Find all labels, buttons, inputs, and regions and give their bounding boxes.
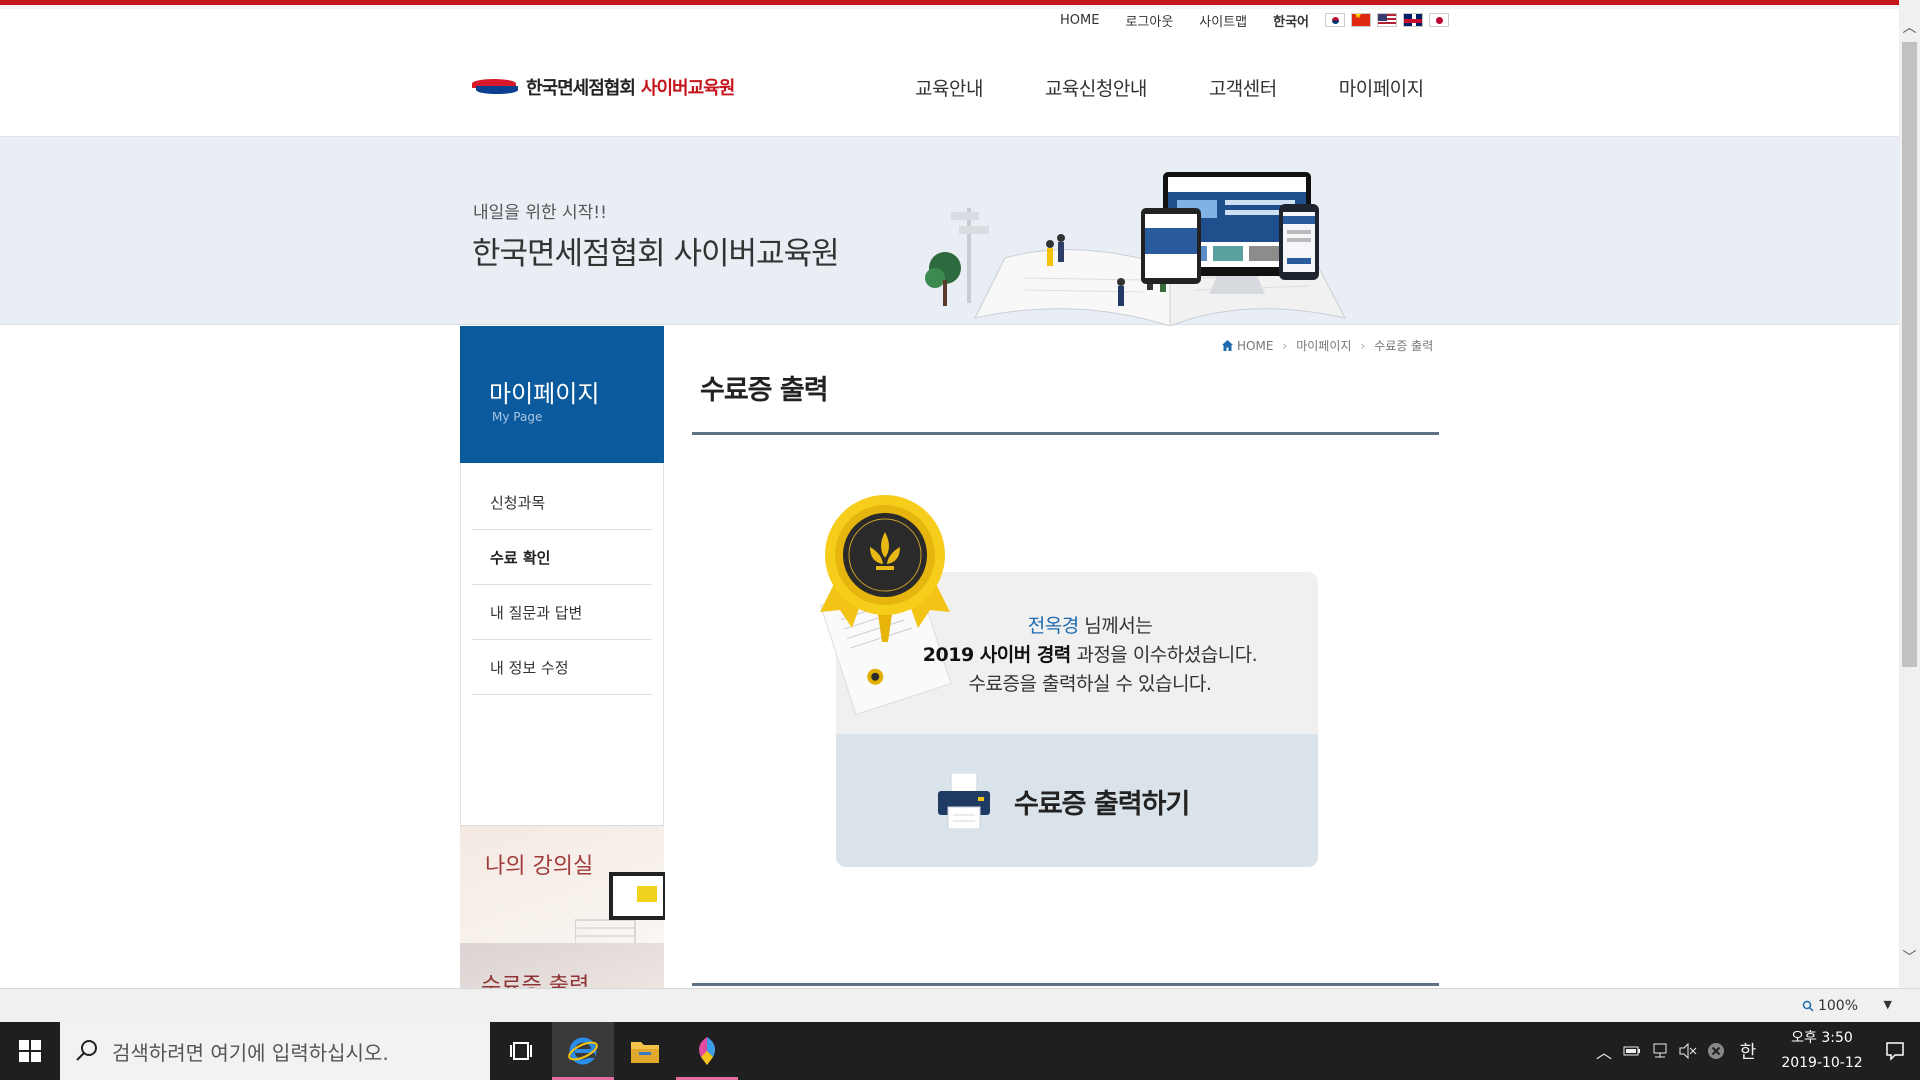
content-bottom-divider — [692, 983, 1439, 986]
uk-flag-icon[interactable] — [1403, 13, 1424, 27]
file-explorer-app[interactable] — [614, 1022, 676, 1080]
sidebar-subtitle: My Page — [492, 410, 543, 424]
printer-icon — [938, 773, 990, 829]
gnb-item-application-info[interactable]: 교육신청안내 — [1045, 74, 1147, 101]
chevron-right-icon: › — [1360, 338, 1366, 353]
global-nav: 교육안내 교육신청안내 고객센터 마이페이지 — [915, 74, 1486, 101]
zoom-dropdown-icon[interactable]: ▼ — [1884, 998, 1892, 1011]
home-icon — [1222, 340, 1233, 351]
gnb-item-education-info[interactable]: 교육안내 — [915, 74, 983, 101]
completion-message: 전옥경 님께서는 2019 사이버 경력 과정을 이수하셨습니다. 수료증을 출… — [922, 615, 1258, 695]
browser-status-bar: 100% ▼ — [0, 988, 1920, 1022]
sitemap-link[interactable]: 사이트맵 — [1199, 11, 1247, 30]
battery-icon[interactable] — [1618, 1022, 1646, 1080]
utility-nav: HOME 로그아웃 사이트맵 한국어 — [1060, 10, 1450, 30]
logo-name-sub: 사이버교육원 — [640, 78, 735, 99]
clock-date: 2019-10-12 — [1781, 1055, 1863, 1071]
clock[interactable]: 오후 3:50 2019-10-12 — [1774, 1026, 1870, 1076]
paint-app[interactable] — [676, 1022, 738, 1080]
windows-logo-icon — [19, 1040, 41, 1062]
usa-flag-icon[interactable] — [1377, 13, 1398, 27]
home-link[interactable]: HOME — [1060, 13, 1099, 28]
certificate-print-card-title: 수료증 출력 — [481, 974, 590, 988]
internet-explorer-icon — [568, 1037, 598, 1065]
error-circle-icon[interactable] — [1702, 1022, 1730, 1080]
classroom-monitor-icon — [575, 872, 665, 944]
sidebar-nav: 신청과목 수료 확인 내 질문과 답변 내 정보 수정 — [472, 475, 652, 695]
task-view-button[interactable] — [490, 1022, 552, 1080]
language-flags — [1325, 13, 1450, 27]
ime-indicator[interactable]: 한 — [1730, 1022, 1766, 1080]
volume-muted-icon[interactable] — [1674, 1022, 1702, 1080]
internet-explorer-app[interactable] — [552, 1022, 614, 1080]
breadcrumb-home[interactable]: HOME — [1237, 339, 1273, 353]
sidebar-item-my-qna[interactable]: 내 질문과 답변 — [472, 585, 652, 640]
gnb-item-customer-center[interactable]: 고객센터 — [1209, 74, 1277, 101]
chevron-up-icon[interactable]: ︿ — [1590, 1022, 1618, 1080]
language-current[interactable]: 한국어 — [1273, 11, 1309, 30]
logout-link[interactable]: 로그아웃 — [1125, 11, 1173, 30]
clock-time: 오후 3:50 — [1791, 1030, 1853, 1046]
browser-page: HOME 로그아웃 사이트맵 한국어 한국면세점협회 사이버교육원 교육안내 교… — [0, 0, 1899, 988]
vertical-scrollbar[interactable]: ︿ ﹀ — [1899, 0, 1920, 988]
notification-icon — [1886, 1042, 1904, 1061]
zoom-level: 100% — [1817, 998, 1858, 1014]
paint-3d-icon — [699, 1037, 715, 1065]
japan-flag-icon[interactable] — [1429, 13, 1450, 27]
search-icon — [76, 1040, 97, 1061]
zoom-magnifier-icon — [1802, 1000, 1814, 1012]
chevron-right-icon: › — [1282, 338, 1288, 353]
print-certificate-label[interactable]: 수료증 출력하기 — [1014, 782, 1190, 821]
zoom-control[interactable]: 100% — [1802, 998, 1858, 1014]
banner-subtitle: 내일을 위한 시작!! — [473, 203, 607, 223]
banner-illustration — [925, 172, 1346, 326]
breadcrumb: HOME › 마이페이지 › 수료증 출력 — [1222, 337, 1433, 354]
folder-icon — [631, 1042, 659, 1063]
scrollbar-thumb[interactable] — [1902, 42, 1917, 667]
action-center-button[interactable] — [1870, 1022, 1920, 1080]
china-flag-icon[interactable] — [1351, 13, 1372, 27]
network-icon[interactable] — [1646, 1022, 1674, 1080]
taskbar-search[interactable]: 검색하려면 여기에 입력하십시오. — [60, 1022, 490, 1080]
user-name: 전옥경 — [1027, 615, 1079, 637]
site-logo[interactable]: 한국면세점협회 사이버교육원 — [472, 74, 735, 100]
gnb-item-mypage[interactable]: 마이페이지 — [1339, 74, 1424, 101]
sidebar-item-completion-check[interactable]: 수료 확인 — [472, 530, 652, 585]
title-divider — [692, 432, 1439, 435]
start-button[interactable] — [0, 1022, 60, 1080]
sidebar-item-applied-courses[interactable]: 신청과목 — [472, 475, 652, 530]
task-view-icon — [510, 1042, 532, 1060]
scroll-down-arrow-icon[interactable]: ﹀ — [1899, 948, 1920, 968]
search-placeholder: 검색하려면 여기에 입력하십시오. — [112, 1040, 389, 1065]
logo-mark-icon — [472, 77, 520, 97]
system-tray: ︿ 한 오후 3:50 2019-10-12 — [1590, 1022, 1920, 1080]
logo-name-main: 한국면세점협회 — [526, 78, 636, 99]
course-name: 2019 사이버 경력 — [922, 644, 1072, 666]
banner-title: 한국면세점협회 사이버교육원 — [472, 236, 840, 272]
breadcrumb-current: 수료증 출력 — [1374, 339, 1434, 353]
korea-flag-icon[interactable] — [1325, 13, 1346, 27]
page-title: 수료증 출력 — [700, 375, 829, 406]
sidebar-item-edit-profile[interactable]: 내 정보 수정 — [472, 640, 652, 695]
scroll-up-arrow-icon[interactable]: ︿ — [1899, 18, 1920, 38]
windows-taskbar: 검색하려면 여기에 입력하십시오. ︿ 한 오후 3:50 2019-10-12 — [0, 1022, 1920, 1080]
sidebar-title: 마이페이지 — [489, 380, 600, 408]
breadcrumb-mypage[interactable]: 마이페이지 — [1296, 337, 1351, 354]
